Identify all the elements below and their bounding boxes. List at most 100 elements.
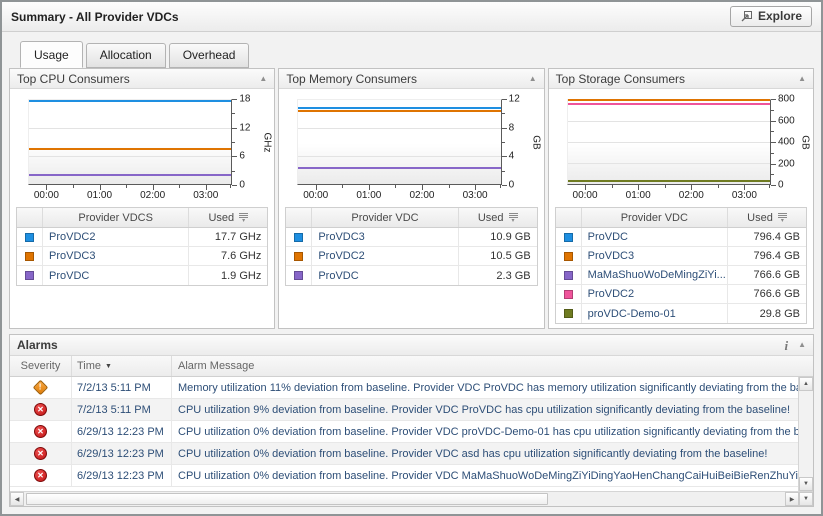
memory-plot-area [297,99,501,185]
x-minor-tick [73,185,74,188]
series-line-ProVDC3 [29,148,231,150]
alarm-time: 7/2/13 5:11 PM [72,377,172,398]
collapse-icon[interactable]: ▲ [259,75,267,83]
table-row[interactable]: ProVDC3796.4 GB [556,247,806,266]
series-swatch [294,271,303,280]
customize-columns-icon[interactable]: ▾ [239,213,248,223]
column-header-provider-vdc[interactable]: Provider VDCS [43,208,189,227]
table-row[interactable]: ProVDC217.7 GHz [17,228,267,247]
cpu-unit-label: GHz [261,132,272,152]
y-tick-label: 0 [509,180,515,191]
scroll-down-icon[interactable]: ▼ [799,477,813,491]
customize-columns-icon[interactable]: ▾ [509,213,518,223]
table-row[interactable]: proVDC-Demo-0129.8 GB [556,304,806,323]
table-row[interactable]: ProVDC37.6 GHz [17,247,267,266]
explore-button[interactable]: Explore [730,6,812,27]
tab-allocation[interactable]: Allocation [86,43,166,68]
provider-vdc-name[interactable]: ProVDC3 [312,228,458,246]
series-line-ProVDC [298,167,500,169]
provider-vdc-name[interactable]: ProVDC [582,228,728,246]
gridline [298,156,500,157]
y-tick [771,142,776,143]
provider-vdc-name[interactable]: ProVDC3 [582,247,728,265]
provider-vdc-name[interactable]: ProVDC [312,266,458,285]
column-header-severity[interactable]: Severity [10,356,72,376]
gridline [568,121,770,122]
column-header-alarm-message[interactable]: Alarm Message [172,356,813,376]
provider-vdc-name[interactable]: ProVDC2 [582,285,728,303]
used-value: 796.4 GB [728,247,806,265]
table-row[interactable]: MaMaShuoWoDeMingZiYi...766.6 GB [556,266,806,285]
x-minor-tick [342,185,343,188]
table-row[interactable]: ProVDC210.5 GB [286,247,536,266]
alarm-row[interactable]: !7/2/13 5:11 PMMemory utilization 11% de… [10,377,798,399]
app-window: Summary - All Provider VDCs Explore Usag… [0,0,823,516]
series-swatch [294,252,303,261]
provider-vdc-name[interactable]: ProVDC3 [43,247,189,265]
column-header-used[interactable]: Used▾ [459,208,537,227]
y-minor-tick [232,113,235,114]
y-tick-label: 600 [778,115,795,126]
horizontal-scrollbar[interactable]: ◀ ▶ ▼ [10,491,813,506]
y-tick [232,99,237,100]
scroll-right-icon[interactable]: ▶ [785,492,799,506]
alarm-message: CPU utilization 0% deviation from baseli… [172,465,798,486]
alarm-row[interactable]: ✕6/29/13 12:23 PMCPU utilization 0% devi… [10,443,798,465]
series-swatch [564,290,573,299]
provider-vdc-name[interactable]: ProVDC2 [312,247,458,265]
table-row[interactable]: ProVDC796.4 GB [556,228,806,247]
tab-overhead[interactable]: Overhead [169,43,250,68]
panel-cpu: Top CPU Consumers▲00:0001:0002:0003:0006… [9,68,275,329]
provider-vdc-name[interactable]: ProVDC2 [43,228,189,246]
scroll-corner-down-icon[interactable]: ▼ [799,492,813,506]
used-value: 766.6 GB [728,285,806,303]
provider-vdc-name[interactable]: ProVDC [43,266,189,285]
provider-vdc-name[interactable]: MaMaShuoWoDeMingZiYi... [582,266,728,284]
table-row[interactable]: ProVDC2766.6 GB [556,285,806,304]
column-header-used[interactable]: Used▾ [728,208,806,227]
collapse-icon[interactable]: ▲ [798,341,806,349]
used-value: 1.9 GHz [189,266,267,285]
x-tick-label: 00:00 [34,190,59,201]
scroll-up-icon[interactable]: ▲ [799,377,813,391]
gridline [29,156,231,157]
scroll-left-icon[interactable]: ◀ [10,492,24,506]
scrollbar-thumb[interactable] [26,493,548,505]
y-tick-label: 18 [239,94,250,105]
x-minor-tick [230,185,231,188]
alarm-row[interactable]: ✕6/29/13 12:23 PMCPU utilization 0% devi… [10,421,798,443]
table-row[interactable]: ProVDC2.3 GB [286,266,536,285]
info-icon[interactable]: i [784,339,788,352]
customize-columns-icon[interactable]: ▾ [778,213,787,223]
cpu-y-axis: 061218 [232,99,260,185]
panel-storage: Top Storage Consumers▲00:0001:0002:0003:… [548,68,814,329]
vertical-scrollbar[interactable]: ▲ ▼ [798,377,813,491]
x-tick-label: 03:00 [732,190,757,201]
table-row[interactable]: ProVDC1.9 GHz [17,266,267,285]
x-minor-tick [718,185,719,188]
y-tick-label: 0 [778,180,784,191]
column-header-time[interactable]: Time ▼ [72,356,172,376]
alarm-row[interactable]: ✕6/29/13 12:23 PMCPU utilization 0% devi… [10,465,798,487]
collapse-icon[interactable]: ▲ [529,75,537,83]
y-minor-tick [771,131,774,132]
panel-title-memory: Top Memory Consumers [286,72,417,86]
x-minor-tick [126,185,127,188]
alarm-row[interactable]: ✕7/2/13 5:11 PMCPU utilization 9% deviat… [10,399,798,421]
y-minor-tick [771,153,774,154]
consumer-panels: Top CPU Consumers▲00:0001:0002:0003:0006… [2,68,821,329]
x-tick-label: 02:00 [679,190,704,201]
used-value: 17.7 GHz [189,228,267,246]
column-header-used[interactable]: Used▾ [189,208,267,227]
table-row[interactable]: ProVDC310.9 GB [286,228,536,247]
provider-vdc-name[interactable]: proVDC-Demo-01 [582,304,728,323]
x-minor-tick [395,185,396,188]
column-header-provider-vdc[interactable]: Provider VDC [312,208,458,227]
collapse-icon[interactable]: ▲ [798,75,806,83]
page-title: Summary - All Provider VDCs [11,10,179,24]
tab-usage[interactable]: Usage [20,41,83,68]
alarm-time: 7/2/13 5:11 PM [72,399,172,420]
y-tick [771,185,776,186]
column-header-provider-vdc[interactable]: Provider VDC [582,208,728,227]
cpu-consumer-table: Provider VDCSUsed▾ProVDC217.7 GHzProVDC3… [16,207,268,286]
